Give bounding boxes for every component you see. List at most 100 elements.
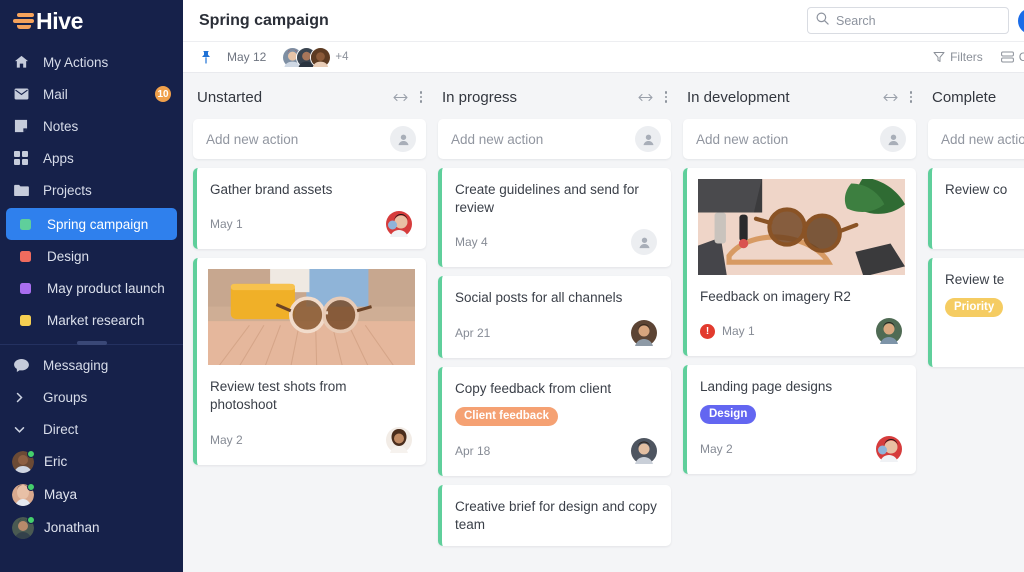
dm-item-label: Eric bbox=[44, 454, 68, 469]
task-footer: ! May 1 bbox=[700, 318, 902, 345]
task-card[interactable]: Review co bbox=[928, 168, 1024, 250]
task-assignee-avatar[interactable] bbox=[876, 318, 902, 345]
project-color-dot bbox=[20, 314, 31, 326]
task-label-badge[interactable]: Design bbox=[700, 405, 757, 425]
task-card[interactable]: Review test shots from photoshoot May 2 bbox=[193, 258, 426, 465]
mail-unread-badge: 10 bbox=[155, 86, 171, 102]
task-footer: May 2 bbox=[700, 436, 902, 463]
task-label-badge[interactable]: Priority bbox=[945, 298, 1004, 318]
add-new-action-input[interactable]: Add new action bbox=[438, 119, 671, 159]
filter-icon bbox=[933, 51, 945, 63]
task-title: Create guidelines and send for review bbox=[455, 182, 639, 216]
task-title: Landing page designs bbox=[700, 379, 833, 395]
sidebar-item-label: Direct bbox=[43, 421, 79, 437]
sidebar-item-mail[interactable]: Mail 10 bbox=[0, 78, 183, 110]
project-color-dot bbox=[20, 218, 31, 230]
dm-item-jonathan[interactable]: Jonathan bbox=[0, 511, 183, 544]
sidebar-nav: My Actions Mail 10 Notes Apps Projects bbox=[0, 46, 183, 206]
sidebar-item-may-product-launch[interactable]: May product launch bbox=[6, 272, 177, 304]
task-assignee-avatar[interactable] bbox=[631, 319, 657, 346]
change-layout-label: Change layout bbox=[1018, 50, 1024, 64]
column-actions bbox=[392, 90, 422, 105]
sidebar-item-market-research[interactable]: Market research bbox=[6, 304, 177, 336]
project-date: May 12 bbox=[227, 50, 267, 64]
sidebar-item-design[interactable]: Design bbox=[6, 240, 177, 272]
add-new-action-placeholder: Add new action bbox=[696, 131, 789, 147]
online-status-dot bbox=[27, 482, 35, 491]
change-layout-button[interactable]: Change layout bbox=[1000, 50, 1024, 64]
kanban-board[interactable]: Unstarted Add new action Gather brand as… bbox=[183, 73, 1024, 572]
search-placeholder: Search bbox=[836, 13, 876, 28]
chat-icon bbox=[14, 358, 34, 372]
task-footer bbox=[945, 211, 1024, 237]
task-card[interactable]: Landing page designs Design May 2 bbox=[683, 365, 916, 475]
search-input[interactable]: Search bbox=[807, 7, 1009, 34]
task-image-wrap bbox=[687, 168, 916, 275]
dm-item-eric[interactable]: Eric bbox=[0, 445, 183, 478]
resize-column-icon[interactable] bbox=[392, 90, 408, 105]
sidebar-item-my-actions[interactable]: My Actions bbox=[0, 46, 183, 78]
avatar bbox=[12, 449, 35, 473]
task-title: Gather brand assets bbox=[210, 182, 333, 197]
add-new-action-input[interactable]: Add new action bbox=[928, 119, 1024, 159]
page-title: Spring campaign bbox=[199, 11, 329, 29]
task-card[interactable]: Copy feedback from client Client feedbac… bbox=[438, 366, 671, 476]
column-menu-icon[interactable] bbox=[664, 91, 667, 103]
column-title: In development bbox=[687, 88, 790, 106]
task-assignee-placeholder-icon[interactable] bbox=[631, 229, 657, 256]
task-card[interactable]: Creative brief for design and copy team bbox=[438, 484, 671, 547]
sidebar-item-direct[interactable]: Direct bbox=[0, 413, 183, 445]
task-title: Feedback on imagery R2 bbox=[700, 289, 851, 304]
board-column-in-progress: In progress Add new action Create guidel… bbox=[438, 83, 671, 572]
task-assignee-avatar[interactable] bbox=[876, 436, 902, 463]
task-title: Review test shots from photoshoot bbox=[210, 379, 347, 413]
task-card[interactable]: Feedback on imagery R2 ! May 1 bbox=[683, 168, 916, 357]
search-icon bbox=[816, 12, 829, 30]
main-area: Spring campaign Search May 12 +4 Filters… bbox=[183, 0, 1024, 572]
task-card[interactable]: Review te Priority bbox=[928, 258, 1024, 368]
resize-column-icon[interactable] bbox=[637, 90, 653, 105]
resize-column-icon[interactable] bbox=[882, 90, 898, 105]
hive-logo-icon bbox=[13, 12, 35, 31]
sidebar-item-spring-campaign[interactable]: Spring campaign bbox=[6, 208, 177, 240]
member-avatar-stack[interactable]: +4 bbox=[282, 46, 348, 68]
task-footer bbox=[945, 329, 1024, 355]
sidebar-divider bbox=[0, 344, 183, 345]
task-date: May 1 bbox=[722, 324, 755, 339]
assignee-placeholder-icon[interactable] bbox=[390, 126, 416, 152]
app-logo[interactable]: Hive bbox=[0, 0, 183, 42]
add-new-action-input[interactable]: Add new action bbox=[193, 119, 426, 159]
project-color-dot bbox=[20, 282, 31, 294]
project-color-dot bbox=[20, 250, 31, 262]
sidebar-item-groups[interactable]: Groups bbox=[0, 381, 183, 413]
task-date: May 2 bbox=[210, 432, 243, 447]
dm-item-label: Jonathan bbox=[44, 520, 100, 535]
task-assignee-avatar[interactable] bbox=[386, 426, 412, 453]
task-label-badge[interactable]: Client feedback bbox=[455, 406, 558, 426]
dm-item-maya[interactable]: Maya bbox=[0, 478, 183, 511]
column-title: In progress bbox=[442, 88, 518, 106]
sidebar-item-apps[interactable]: Apps bbox=[0, 142, 183, 174]
add-button[interactable] bbox=[1018, 7, 1024, 34]
sidebar-item-notes[interactable]: Notes bbox=[0, 110, 183, 142]
grid-icon bbox=[14, 151, 34, 165]
task-footer: May 1 bbox=[210, 211, 412, 238]
top-bar: Spring campaign Search bbox=[183, 0, 1024, 42]
task-assignee-avatar[interactable] bbox=[631, 437, 657, 464]
filters-button[interactable]: Filters bbox=[933, 50, 983, 64]
column-menu-icon[interactable] bbox=[419, 91, 422, 103]
pin-icon[interactable] bbox=[199, 50, 213, 64]
assignee-placeholder-icon[interactable] bbox=[880, 126, 906, 152]
task-assignee-avatar[interactable] bbox=[386, 211, 412, 238]
sidebar-item-label: Design bbox=[47, 248, 90, 264]
task-card[interactable]: Gather brand assets May 1 bbox=[193, 168, 426, 250]
assignee-placeholder-icon[interactable] bbox=[635, 126, 661, 152]
sub-bar: May 12 +4 Filters C bbox=[183, 42, 1024, 73]
task-card[interactable]: Social posts for all channels Apr 21 bbox=[438, 276, 671, 358]
column-menu-icon[interactable] bbox=[909, 91, 912, 103]
sidebar-item-messaging[interactable]: Messaging bbox=[0, 349, 183, 381]
add-new-action-placeholder: Add new action bbox=[941, 131, 1024, 147]
task-card[interactable]: Create guidelines and send for review Ma… bbox=[438, 168, 671, 268]
sidebar-item-projects[interactable]: Projects bbox=[0, 174, 183, 206]
add-new-action-input[interactable]: Add new action bbox=[683, 119, 916, 159]
